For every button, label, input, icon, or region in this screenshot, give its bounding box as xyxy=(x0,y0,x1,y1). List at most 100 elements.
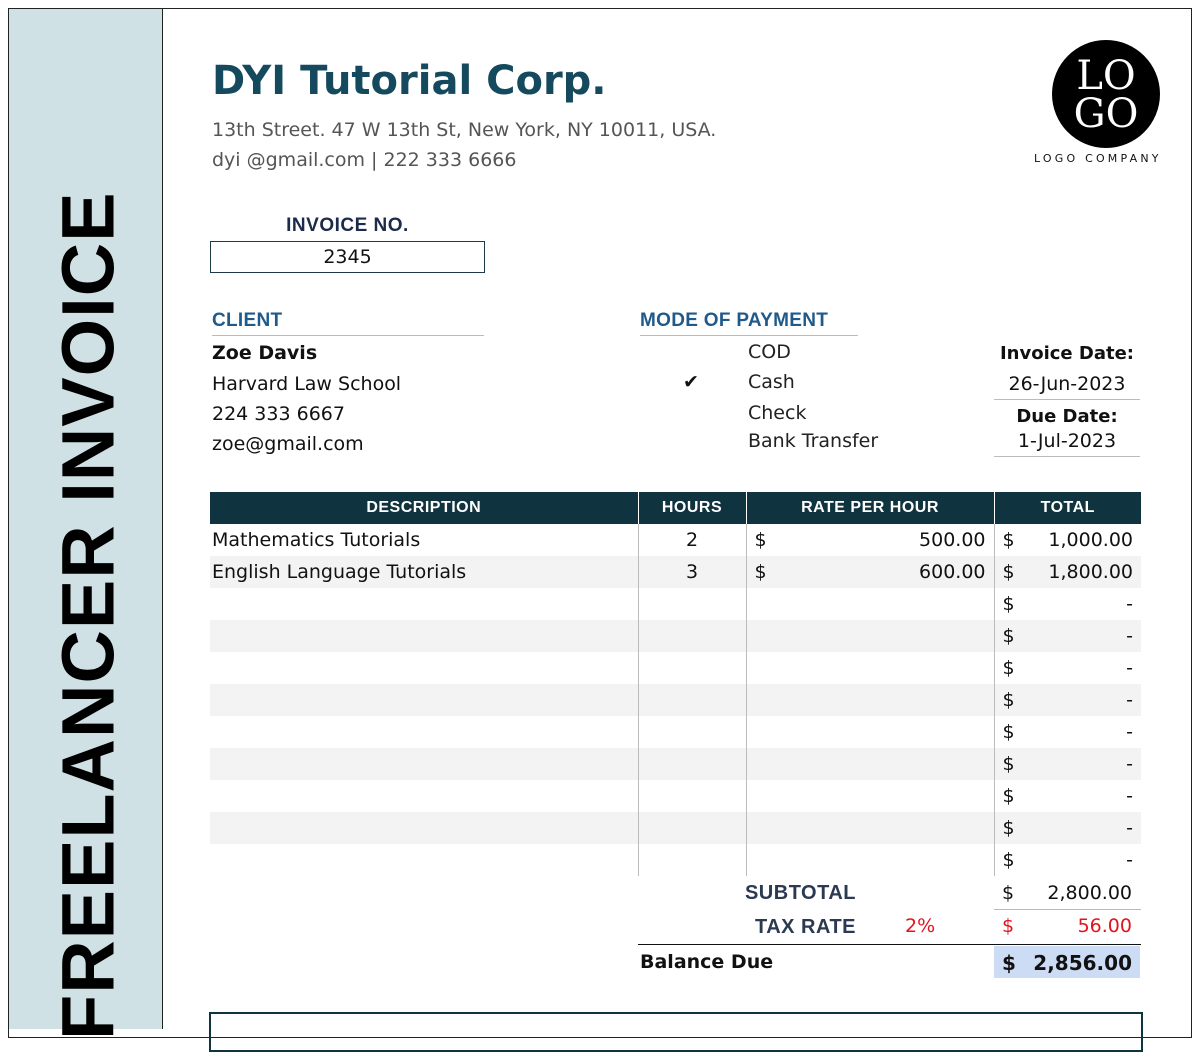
table-row: English Language Tutorials 3 $600.00 $1,800… xyxy=(210,556,1141,588)
tax-rate-label: TAX RATE xyxy=(754,916,856,938)
table-header-row: DESCRIPTION HOURS RATE PER HOUR TOTAL xyxy=(210,492,1141,524)
client-name: Zoe Davis xyxy=(212,342,318,364)
item-hours[interactable] xyxy=(637,812,746,844)
check-icon: ✔ xyxy=(683,371,699,393)
table-row: $ - xyxy=(210,844,1141,876)
item-total: $ - xyxy=(993,684,1141,716)
item-hours[interactable]: 2 xyxy=(637,524,746,556)
item-rate[interactable]: $600.00 xyxy=(745,556,994,588)
item-rate[interactable] xyxy=(745,812,994,844)
item-hours[interactable] xyxy=(637,780,746,812)
item-description[interactable] xyxy=(210,588,638,620)
item-rate[interactable] xyxy=(745,588,994,620)
due-date-value[interactable]: 1-Jul-2023 xyxy=(994,430,1140,457)
total-value: 1,800.00 xyxy=(1048,561,1133,583)
payment-option-bank-transfer[interactable]: Bank Transfer xyxy=(748,430,878,452)
total-value: - xyxy=(1126,785,1133,807)
total-currency: $ xyxy=(1002,849,1015,871)
payment-option-check[interactable]: Check xyxy=(748,402,806,424)
invoice-date-label: Invoice Date: xyxy=(999,343,1135,364)
table-row: Mathematics Tutorials 2 $500.00 $1,000.00 xyxy=(210,524,1141,556)
item-total: $1,000.00 xyxy=(993,524,1141,556)
item-hours[interactable]: 3 xyxy=(637,556,746,588)
total-value: - xyxy=(1126,721,1133,743)
due-date-label: Due Date: xyxy=(1016,406,1118,427)
item-rate[interactable] xyxy=(745,716,994,748)
total-currency: $ xyxy=(1002,785,1015,807)
item-hours[interactable] xyxy=(637,748,746,780)
subtotal-currency: $ xyxy=(1002,882,1015,904)
item-description[interactable] xyxy=(210,812,638,844)
item-description[interactable]: Mathematics Tutorials xyxy=(210,524,638,556)
item-hours[interactable] xyxy=(637,716,746,748)
item-total: $ - xyxy=(993,844,1141,876)
subtotal-value: 2,800.00 xyxy=(1047,882,1132,904)
table-row: $ - xyxy=(210,684,1141,716)
total-value: - xyxy=(1126,625,1133,647)
total-currency: $ xyxy=(1002,593,1015,615)
item-total: $ - xyxy=(993,652,1141,684)
item-rate[interactable]: $500.00 xyxy=(745,524,994,556)
total-currency: $ xyxy=(1002,657,1015,679)
invoice-number-field[interactable]: 2345 xyxy=(210,241,485,273)
balance-due-value: 2,856.00 xyxy=(1033,951,1132,975)
client-school: Harvard Law School xyxy=(212,373,402,395)
total-currency: $ xyxy=(1002,529,1015,551)
company-name: DYI Tutorial Corp. xyxy=(212,58,607,104)
item-total: $ - xyxy=(993,620,1141,652)
subtotal-label: SUBTOTAL xyxy=(744,882,856,904)
notes-box[interactable] xyxy=(209,1012,1143,1052)
logo-line-2: GO xyxy=(1073,91,1139,137)
company-contact: dyi @gmail.com | 222 333 6666 xyxy=(212,149,517,171)
rate-currency: $ xyxy=(754,529,767,551)
header-rate: RATE PER HOUR xyxy=(745,492,994,524)
total-currency: $ xyxy=(1002,753,1015,775)
total-value: 1,000.00 xyxy=(1048,529,1133,551)
item-total: $ - xyxy=(993,748,1141,780)
rate-currency: $ xyxy=(754,561,767,583)
payment-option-cod[interactable]: COD xyxy=(748,341,791,363)
tax-amount: 56.00 xyxy=(1077,915,1132,937)
item-description[interactable] xyxy=(210,748,638,780)
total-value: - xyxy=(1126,753,1133,775)
client-phone: 224 333 6667 xyxy=(212,403,345,425)
total-value: - xyxy=(1126,657,1133,679)
item-description[interactable] xyxy=(210,652,638,684)
item-hours[interactable] xyxy=(637,844,746,876)
rate-value: 500.00 xyxy=(919,529,986,551)
item-hours[interactable] xyxy=(637,620,746,652)
item-description[interactable] xyxy=(210,716,638,748)
table-row: $ - xyxy=(210,780,1141,812)
item-description[interactable] xyxy=(210,620,638,652)
header-description: DESCRIPTION xyxy=(210,492,638,524)
table-row: $ - xyxy=(210,812,1141,844)
client-heading: CLIENT xyxy=(212,310,484,336)
client-email: zoe@gmail.com xyxy=(212,433,364,455)
total-value: - xyxy=(1126,689,1133,711)
item-hours[interactable] xyxy=(637,684,746,716)
invoice-number-label: INVOICE NO. xyxy=(286,215,409,236)
table-row: $ - xyxy=(210,620,1141,652)
invoice-date-value[interactable]: 26-Jun-2023 xyxy=(994,373,1140,400)
item-description[interactable] xyxy=(210,780,638,812)
item-rate[interactable] xyxy=(745,844,994,876)
total-currency: $ xyxy=(1002,689,1015,711)
item-rate[interactable] xyxy=(745,684,994,716)
item-hours[interactable] xyxy=(637,588,746,620)
item-total: $1,800.00 xyxy=(993,556,1141,588)
balance-divider xyxy=(638,944,1141,945)
item-rate[interactable] xyxy=(745,748,994,780)
item-description[interactable]: English Language Tutorials xyxy=(210,556,638,588)
logo-caption: LOGO COMPANY xyxy=(1034,152,1162,165)
item-hours[interactable] xyxy=(637,652,746,684)
item-rate[interactable] xyxy=(745,652,994,684)
item-total: $ - xyxy=(993,780,1141,812)
item-rate[interactable] xyxy=(745,620,994,652)
item-rate[interactable] xyxy=(745,780,994,812)
payment-option-cash[interactable]: Cash xyxy=(748,371,795,393)
item-description[interactable] xyxy=(210,684,638,716)
table-row: $ - xyxy=(210,652,1141,684)
item-description[interactable] xyxy=(210,844,638,876)
item-total: $ - xyxy=(993,812,1141,844)
tax-rate-value[interactable]: 2% xyxy=(905,915,935,937)
